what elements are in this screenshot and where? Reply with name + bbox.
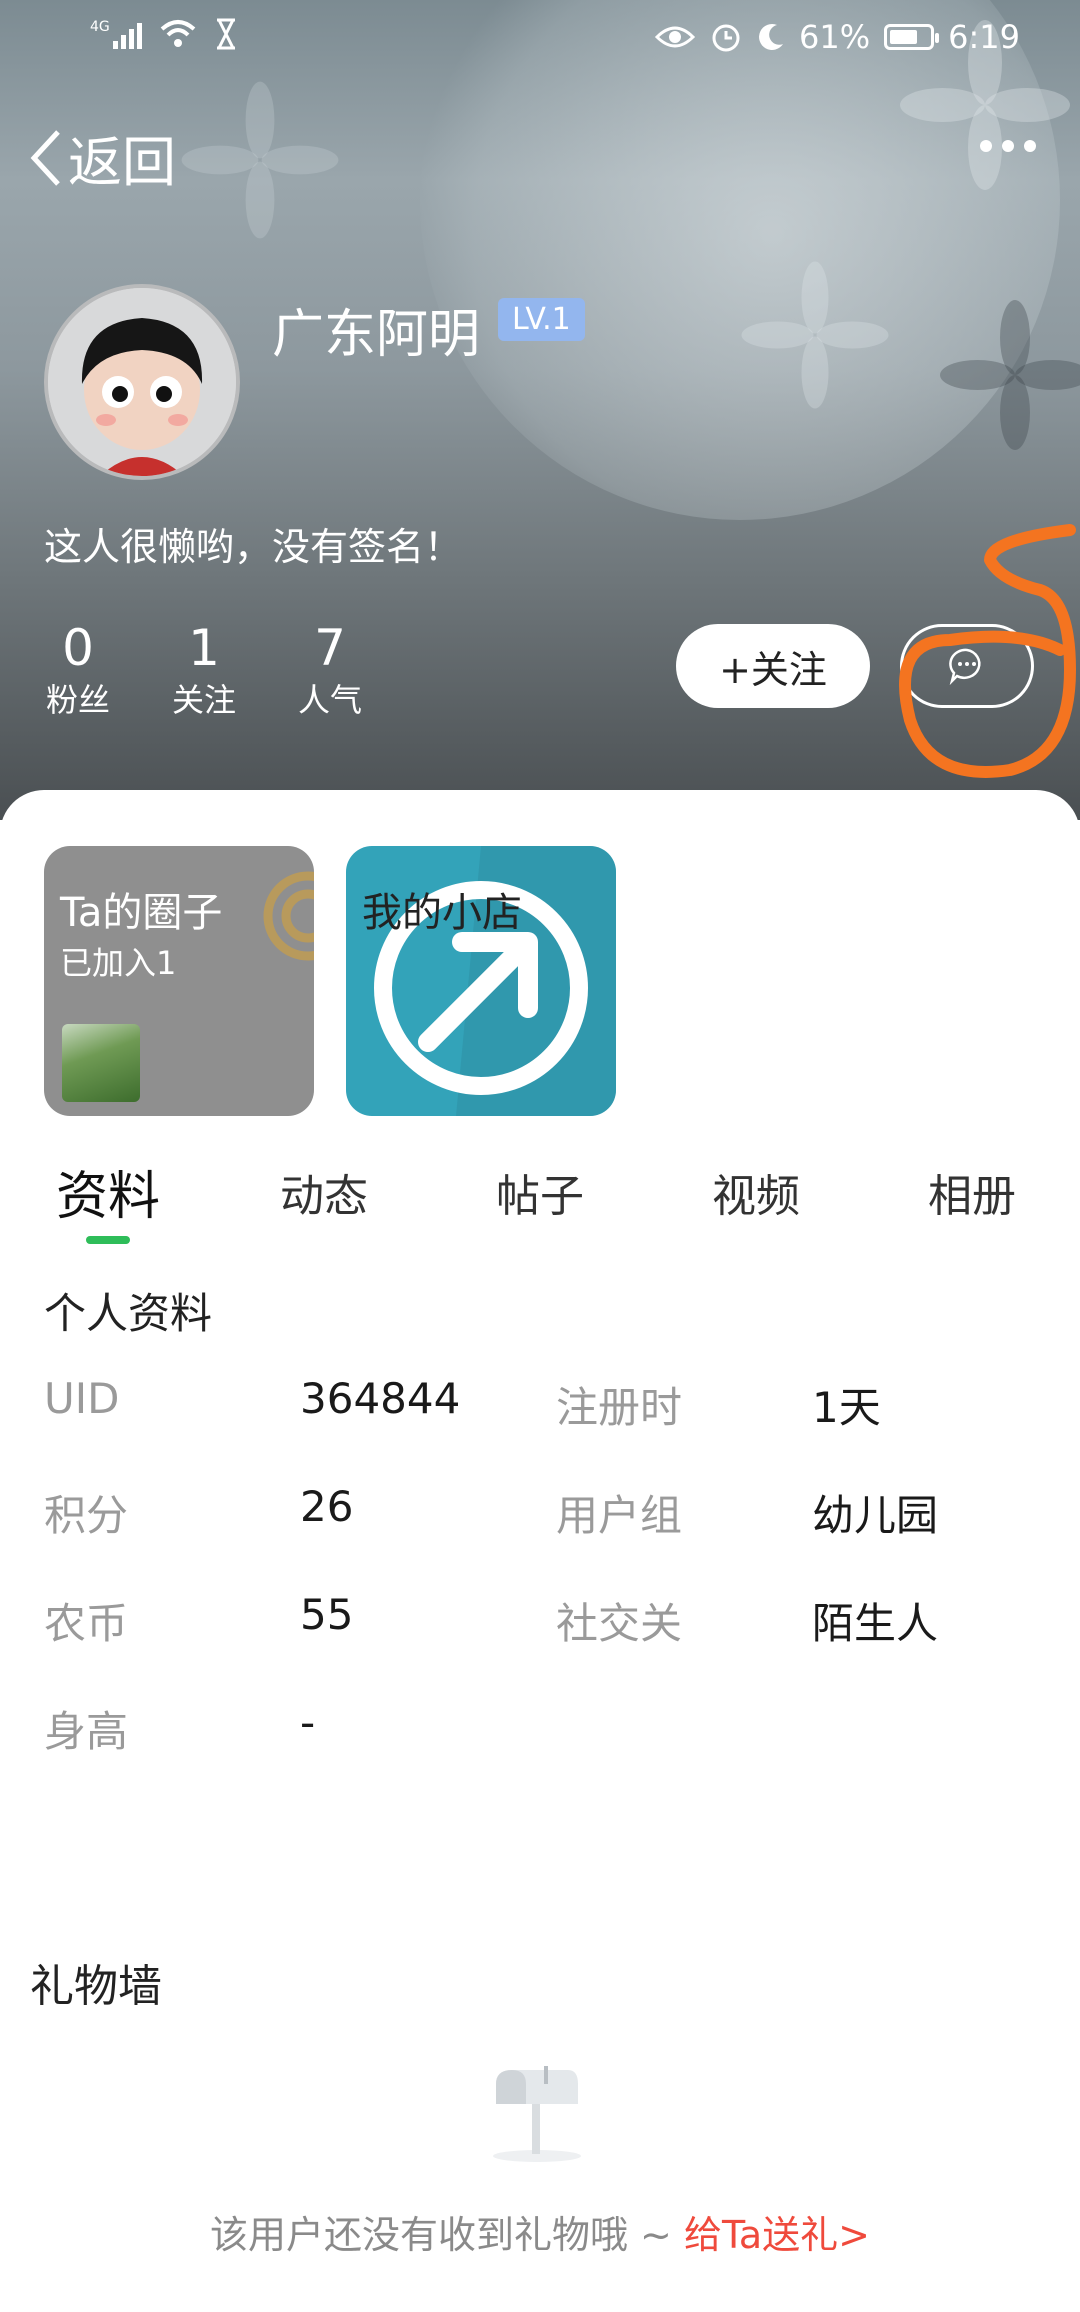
stat-popularity[interactable]: 7 人气 [270,618,390,722]
info-value: - [300,1698,316,1747]
circle-thumbnail [62,1024,140,1102]
tab-activity[interactable]: 动态 [280,1160,368,1224]
tab-bar: 资料 动态 帖子 视频 相册 [0,1150,1080,1250]
clock-time: 6:19 [948,18,1020,56]
stat-label: 关注 [171,681,236,719]
stat-label: 粉丝 [45,681,110,719]
avatar[interactable] [44,284,240,480]
circle-ring-icon [263,871,314,961]
gift-empty-text: 该用户还没有收到礼物哦 ~ [209,2213,684,2257]
flower-decoration-icon [940,300,1080,450]
info-key: 社交关 [556,1599,683,1648]
info-value: 26 [300,1482,354,1531]
section-title-profile: 个人资料 [44,1289,213,1338]
circle-tile[interactable]: Ta的圈子 已加入1 [44,846,314,1116]
info-key: 积分 [44,1491,129,1540]
annotation-mark [899,524,1076,778]
chevron-left-icon [30,129,60,186]
stat-value: 0 [62,619,94,677]
info-value: 陌生人 [812,1599,939,1648]
shop-tile[interactable]: 我的小店 [346,846,616,1116]
stat-fans[interactable]: 0 粉丝 [18,618,138,722]
info-key: 身高 [44,1707,129,1756]
back-button[interactable]: 返回 [28,118,176,197]
level-badge: LV.1 [498,298,585,341]
battery-percent: 61% [799,18,871,56]
status-bar: 4G 61% 6:19 [0,0,1080,80]
stat-label: 人气 [297,681,362,719]
gift-empty-message: 该用户还没有收到礼物哦 ~ 给Ta送礼> [0,2204,1080,2259]
mailbox-icon [493,2066,581,2162]
stat-value: 1 [188,619,220,677]
info-key: UID [44,1374,120,1423]
circle-tile-subtitle: 已加入1 [60,944,177,982]
info-value: 55 [300,1590,354,1639]
alarm-icon [712,24,740,52]
info-key: 用户组 [556,1491,683,1540]
shop-tile-title: 我的小店 [362,890,522,936]
circle-tile-title: Ta的圈子 [60,890,223,936]
info-value: 1天 [812,1383,881,1432]
username: 广东阿明 [272,305,481,365]
section-title-gift-wall: 礼物墙 [30,1961,162,2012]
avatar-image [48,288,236,476]
content-card: Ta的圈子 已加入1 我的小店 资料 动态 帖子 视频 相册 个人资料 UID … [0,790,1080,2312]
stat-value: 7 [314,619,346,677]
back-label: 返回 [68,131,176,194]
moon-icon [759,24,784,51]
flower-decoration-icon [181,81,339,239]
tab-albums[interactable]: 相册 [928,1160,1016,1224]
info-value: 幼儿园 [812,1491,939,1540]
wifi-icon [160,20,196,47]
battery-icon [884,24,940,50]
more-options-icon[interactable] [980,140,1036,152]
active-tab-indicator [86,1236,130,1244]
tab-profile[interactable]: 资料 [56,1154,160,1229]
cellular-signal-icon: 4G [90,19,142,49]
send-gift-link[interactable]: 给Ta送礼> [684,2213,870,2257]
info-key: 注册时 [556,1383,683,1432]
network-type: 4G [90,19,110,35]
tab-posts[interactable]: 帖子 [496,1160,584,1224]
stat-following[interactable]: 1 关注 [144,618,264,722]
flower-decoration-icon [741,261,889,409]
signature: 这人很懒哟，没有签名！ [44,525,463,569]
info-value: 364844 [300,1374,461,1423]
tab-videos[interactable]: 视频 [712,1160,800,1224]
hourglass-icon [216,18,235,50]
eye-icon [655,26,696,48]
info-key: 农币 [44,1599,129,1648]
follow-button[interactable]: +关注 [676,624,870,708]
